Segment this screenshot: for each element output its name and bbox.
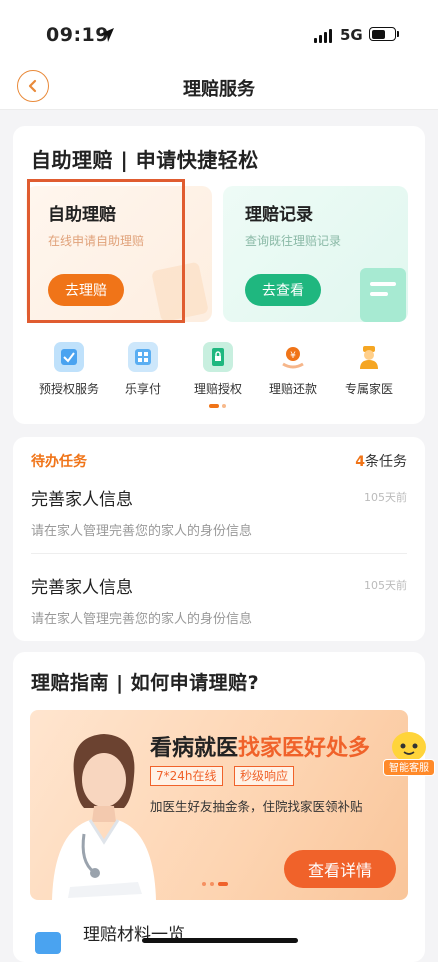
go-claim-button[interactable]: 去理赔: [48, 274, 124, 306]
qr-card-icon: [128, 342, 158, 372]
shortcut-label: 理赔授权: [193, 382, 242, 396]
shortcut-label: 专属家医: [344, 382, 393, 396]
smart-service-button[interactable]: 智能客服: [383, 732, 435, 782]
shortcut-preauth[interactable]: 预授权服务: [29, 342, 109, 397]
shortcut-repay[interactable]: ¥ 理赔还款: [253, 342, 333, 397]
shortcut-label: 预授权服务: [38, 382, 99, 396]
todo-card: 待办任务 4条任务 完善家人信息 请在家人管理完善您的家人的身份信息 105天前…: [13, 437, 425, 641]
shortcut-doctor[interactable]: 专属家医: [329, 342, 409, 397]
shortcut-label: 乐享付: [124, 382, 161, 396]
svg-text:¥: ¥: [290, 351, 296, 361]
page-title: 理赔服务: [183, 79, 255, 100]
promo-banner[interactable]: 看病就医找家医好处多 7*24h在线 秒级响应 加医生好友抽金条，住院找家医领补…: [30, 710, 408, 900]
task-title: 完善家人信息: [31, 578, 133, 598]
document-decoration-icon: [360, 268, 406, 322]
banner-tag: 7*24h在线: [150, 766, 223, 786]
task-item[interactable]: 完善家人信息 请在家人管理完善您的家人的身份信息 105天前: [31, 573, 407, 627]
chat-bot-icon: [392, 732, 426, 762]
divider: [31, 553, 407, 554]
phone-lock-icon: [203, 342, 233, 372]
claim-record-subtitle: 查询既往理赔记录: [245, 234, 342, 248]
self-service-card: 自助理赔 | 申请快捷轻松 自助理赔 在线申请自助理赔 去理赔 理赔记录 查询既…: [13, 126, 425, 424]
task-desc: 请在家人管理完善您的家人的身份信息: [31, 524, 253, 539]
signal-icon: [314, 29, 332, 43]
shortcut-authorize[interactable]: 理赔授权: [178, 342, 258, 397]
todo-count[interactable]: 4条任务: [355, 451, 407, 471]
shield-decoration-icon: [151, 261, 209, 322]
guide-card: 理赔指南 | 如何申请理赔? 看病就医找家医好处多 7*24h在线 秒级响应 加…: [13, 652, 425, 962]
task-desc: 请在家人管理完善您的家人的身份信息: [31, 612, 253, 627]
task-time: 105天前: [364, 491, 407, 504]
document-icon: [35, 932, 61, 954]
coin-hand-icon: ¥: [278, 342, 308, 372]
task-item[interactable]: 完善家人信息 请在家人管理完善您的家人的身份信息 105天前: [31, 485, 407, 539]
home-indicator: [142, 938, 298, 943]
banner-headline: 看病就医找家医好处多: [150, 736, 371, 761]
self-claim-tile[interactable]: 自助理赔 在线申请自助理赔 去理赔: [26, 186, 212, 322]
location-arrow-icon: [100, 28, 114, 42]
claim-record-tile[interactable]: 理赔记录 查询既往理赔记录 去查看: [223, 186, 408, 322]
view-details-button[interactable]: 查看详情: [284, 850, 396, 888]
nav-bar: 理赔服务: [0, 62, 438, 110]
self-claim-title: 自助理赔: [48, 205, 116, 225]
doctor-icon: [354, 342, 384, 372]
guide-title: 理赔指南 | 如何申请理赔?: [31, 672, 260, 694]
status-bar: 09:19 5G: [0, 0, 438, 62]
todo-label: 待办任务: [31, 454, 87, 470]
self-service-title: 自助理赔 | 申请快捷轻松: [31, 148, 259, 172]
claim-record-title: 理赔记录: [245, 205, 313, 225]
smart-service-label: 智能客服: [383, 759, 435, 776]
shortcut-label: 理赔还款: [268, 382, 317, 396]
shield-check-icon: [54, 342, 84, 372]
banner-pager: [202, 882, 228, 886]
shortcut-pager: [209, 404, 226, 408]
view-records-button[interactable]: 去查看: [245, 274, 321, 306]
battery-icon: [369, 27, 396, 41]
network-label: 5G: [340, 26, 363, 44]
shortcut-lexiangfu[interactable]: 乐享付: [103, 342, 183, 397]
self-claim-subtitle: 在线申请自助理赔: [48, 234, 145, 248]
banner-tag: 秒级响应: [234, 766, 295, 786]
task-title: 完善家人信息: [31, 490, 133, 510]
task-time: 105天前: [364, 579, 407, 592]
doctor-illustration: [52, 734, 156, 900]
banner-subtitle: 加医生好友抽金条，住院找家医领补贴: [150, 799, 363, 814]
